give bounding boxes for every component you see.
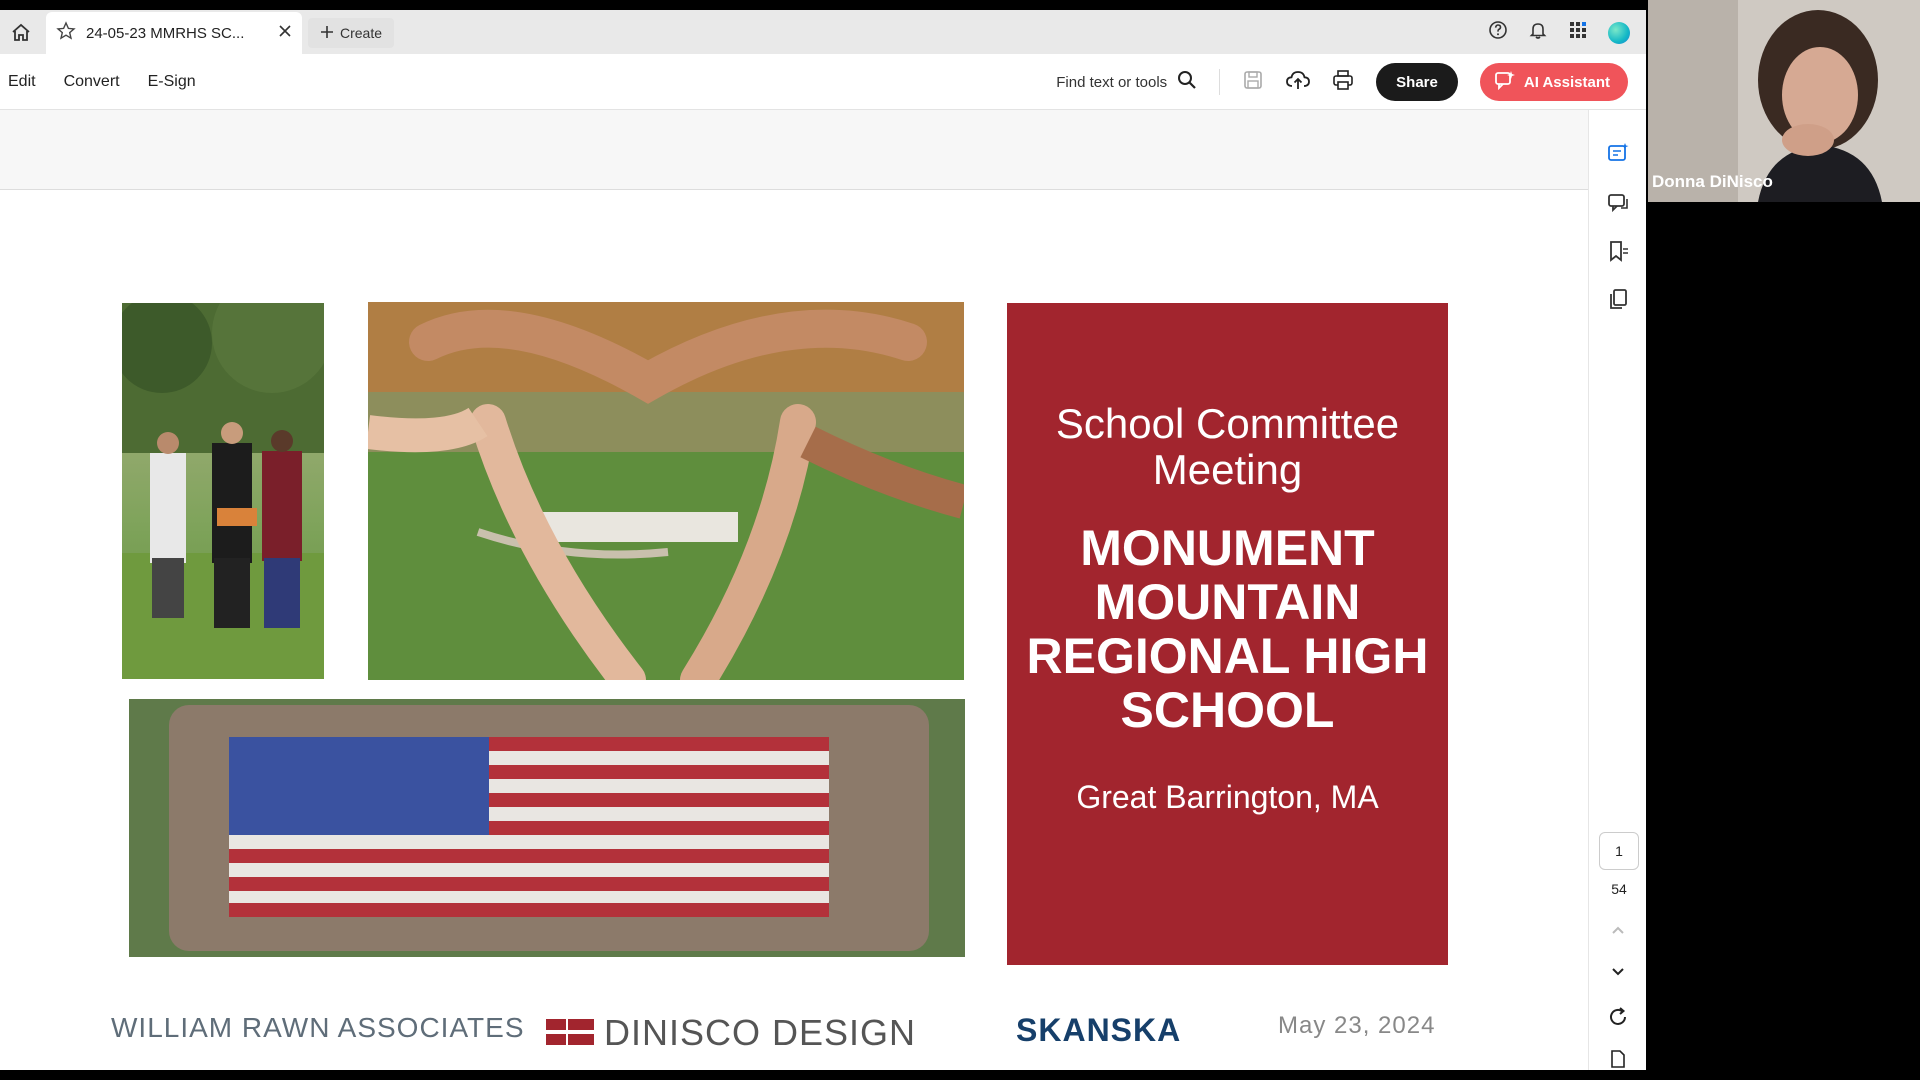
menu-edit[interactable]: Edit (8, 73, 36, 91)
tab-bar: 24-05-23 MMRHS SC... Create (0, 10, 1646, 54)
apps-grid-icon[interactable] (1568, 20, 1588, 45)
document-icon[interactable] (1605, 1046, 1631, 1072)
refresh-icon[interactable] (1605, 1004, 1631, 1030)
menu-convert[interactable]: Convert (64, 73, 120, 91)
school-location: Great Barrington, MA (1076, 779, 1379, 815)
find-label: Find text or tools (1056, 73, 1168, 91)
participant-video: Donna DiNisco (1648, 0, 1920, 202)
acrobat-window: 24-05-23 MMRHS SC... Create Edit Convert… (0, 10, 1646, 1070)
document-tab[interactable]: 24-05-23 MMRHS SC... (46, 12, 302, 54)
bookmark-icon[interactable] (1605, 238, 1631, 264)
share-button[interactable]: Share (1376, 63, 1458, 101)
previous-page-edge (0, 110, 1588, 190)
current-page-input[interactable]: 1 (1599, 832, 1639, 870)
print-icon[interactable] (1332, 69, 1354, 96)
save-icon[interactable] (1242, 69, 1264, 96)
chevron-up-icon[interactable] (1605, 918, 1631, 944)
pages-icon[interactable] (1605, 286, 1631, 312)
dinisco-wordmark: DINISCO DESIGN (604, 1012, 917, 1053)
create-tab[interactable]: Create (308, 18, 395, 48)
toolbar-divider (1219, 69, 1221, 95)
meeting-subtitle: School Committee Meeting (1055, 400, 1400, 493)
hands-heart-campus-photo (368, 302, 964, 680)
document-tab-title: 24-05-23 MMRHS SC... (86, 24, 245, 42)
menu-bar: Edit Convert E-Sign (8, 54, 196, 110)
menu-esign[interactable]: E-Sign (148, 73, 196, 91)
find-text-or-tools[interactable]: Find text or tools (1056, 70, 1197, 94)
title-card: School Committee Meeting MONUMENT MOUNTA… (1007, 303, 1448, 965)
william-rawn-logo: WILLIAM RAWN ASSOCIATES (111, 1012, 525, 1043)
human-flag-photo (129, 699, 965, 957)
skanska-logo: SKANSKA (1016, 1012, 1182, 1048)
search-icon (1177, 70, 1197, 94)
chevron-down-icon[interactable] (1605, 958, 1631, 984)
presentation-date: May 23, 2024 (1278, 1012, 1436, 1039)
screen: 24-05-23 MMRHS SC... Create Edit Convert… (0, 0, 1920, 1080)
avatar[interactable] (1608, 21, 1630, 44)
cloud-upload-icon[interactable] (1286, 69, 1311, 96)
dinisco-mark-icon (546, 1012, 594, 1054)
bell-icon[interactable] (1528, 20, 1548, 45)
dinisco-design-logo: DINISCO DESIGN (546, 1012, 916, 1054)
plus-icon (320, 25, 334, 42)
right-rail: 1 54 (1588, 110, 1646, 1070)
star-icon[interactable] (56, 20, 76, 46)
bottom-bar (0, 1070, 1920, 1080)
school-name: MONUMENT MOUNTAIN REGIONAL HIGH SCHOOL (1026, 520, 1429, 738)
participant-name: Donna DiNisco (1652, 172, 1773, 191)
ai-assistant-icon (1494, 70, 1516, 94)
total-pages: 54 (1611, 881, 1627, 897)
create-label: Create (340, 25, 383, 41)
edit-pdf-panel-icon[interactable] (1605, 140, 1631, 166)
comment-icon[interactable] (1605, 190, 1631, 216)
home-icon[interactable] (8, 20, 34, 46)
ai-assistant-button[interactable]: AI Assistant (1479, 63, 1628, 101)
toolbar-tools: Find text or tools Share AI Assistant (1056, 54, 1628, 110)
pdf-page: School Committee Meeting MONUMENT MOUNTA… (0, 190, 1588, 1070)
students-photo (122, 303, 324, 679)
ai-assistant-label: AI Assistant (1523, 73, 1610, 91)
toolbar: Edit Convert E-Sign Find text or tools S… (0, 54, 1646, 110)
tab-bar-actions (1488, 20, 1630, 45)
help-icon[interactable] (1488, 20, 1508, 45)
close-icon[interactable] (278, 24, 292, 43)
